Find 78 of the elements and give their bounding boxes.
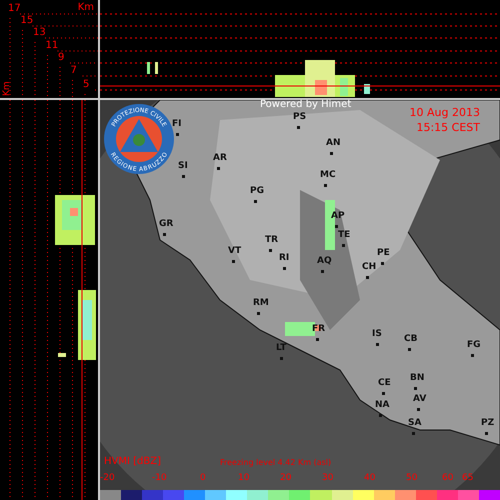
city-marker [280,357,283,360]
city-marker [408,348,411,351]
city-marker [335,225,338,228]
city-label: TR [265,235,278,245]
legend-tick-label: -20 [100,473,115,483]
city-marker [182,175,185,178]
date-text: 10 Aug 2013 [410,106,480,119]
unit-label: Km [78,2,94,13]
height-label: 9 [58,52,64,63]
city-label: CE [378,378,391,388]
city-label: SA [408,418,422,428]
city-label: PE [377,248,390,258]
legend-tick-label: 65 [462,473,474,483]
city-label: BN [410,373,424,383]
height-label: 17 [8,3,21,14]
legend-tick-label: 0 [200,473,206,483]
city-marker [283,267,286,270]
city-label: IS [372,329,382,339]
city-marker [414,387,417,390]
city-label: NA [375,400,390,410]
city-marker [324,184,327,187]
city-marker [316,338,319,341]
city-marker [381,262,384,265]
city-marker [366,276,369,279]
height-label: 7 [70,65,77,76]
city-marker [417,408,420,411]
city-marker [257,312,260,315]
city-label: AN [326,138,340,148]
city-label: FR [312,324,326,334]
city-label: RI [279,253,290,263]
unit-label: Km [2,81,12,96]
height-label: 13 [33,27,46,38]
city-label: RM [253,298,269,308]
city-label: VT [228,246,242,256]
city-marker [254,200,257,203]
legend-tick-label: 10 [238,473,250,483]
time-text: 15:15 CEST [416,121,480,134]
city-marker [412,432,415,435]
city-marker [321,270,324,273]
height-label: 15 [20,15,34,26]
height-label: 11 [46,40,58,51]
city-marker [176,133,179,136]
freezing-level-text: Freezing level 4.42 Km (asl) [220,458,332,467]
city-label: AV [413,394,426,404]
city-label: AP [331,211,345,221]
legend-tick-label: 60 [442,473,454,483]
city-label: AQ [317,256,332,266]
city-label: PG [250,186,264,196]
legend-tick-label: 30 [322,473,334,483]
city-label: PS [293,112,306,122]
city-marker [342,244,345,247]
city-marker [485,432,488,435]
legend-tick-label: 40 [364,473,376,483]
city-marker [232,260,235,263]
city-label: FG [467,340,481,350]
city-label: SI [178,161,188,171]
legend-tick-label: 20 [280,473,292,483]
city-label: CB [404,334,418,344]
city-marker [376,343,379,346]
city-label: PZ [481,418,494,428]
city-marker [382,392,385,395]
city-label: AR [213,153,227,163]
city-marker [217,167,220,170]
city-marker [330,152,333,155]
city-marker [269,249,272,252]
city-label: TE [338,230,350,240]
city-marker [379,414,382,417]
city-label: MC [320,170,336,180]
city-label: GR [159,219,174,229]
city-marker [297,126,300,129]
legend-title: HVMI [dBZ] [104,456,161,467]
city-marker [163,233,166,236]
legend-tick-label: -10 [152,473,167,483]
city-label: LT [276,343,286,353]
height-label: 5 [83,79,90,90]
city-label: CH [362,262,376,272]
city-marker [471,354,474,357]
legend-tick-label: 50 [406,473,418,483]
